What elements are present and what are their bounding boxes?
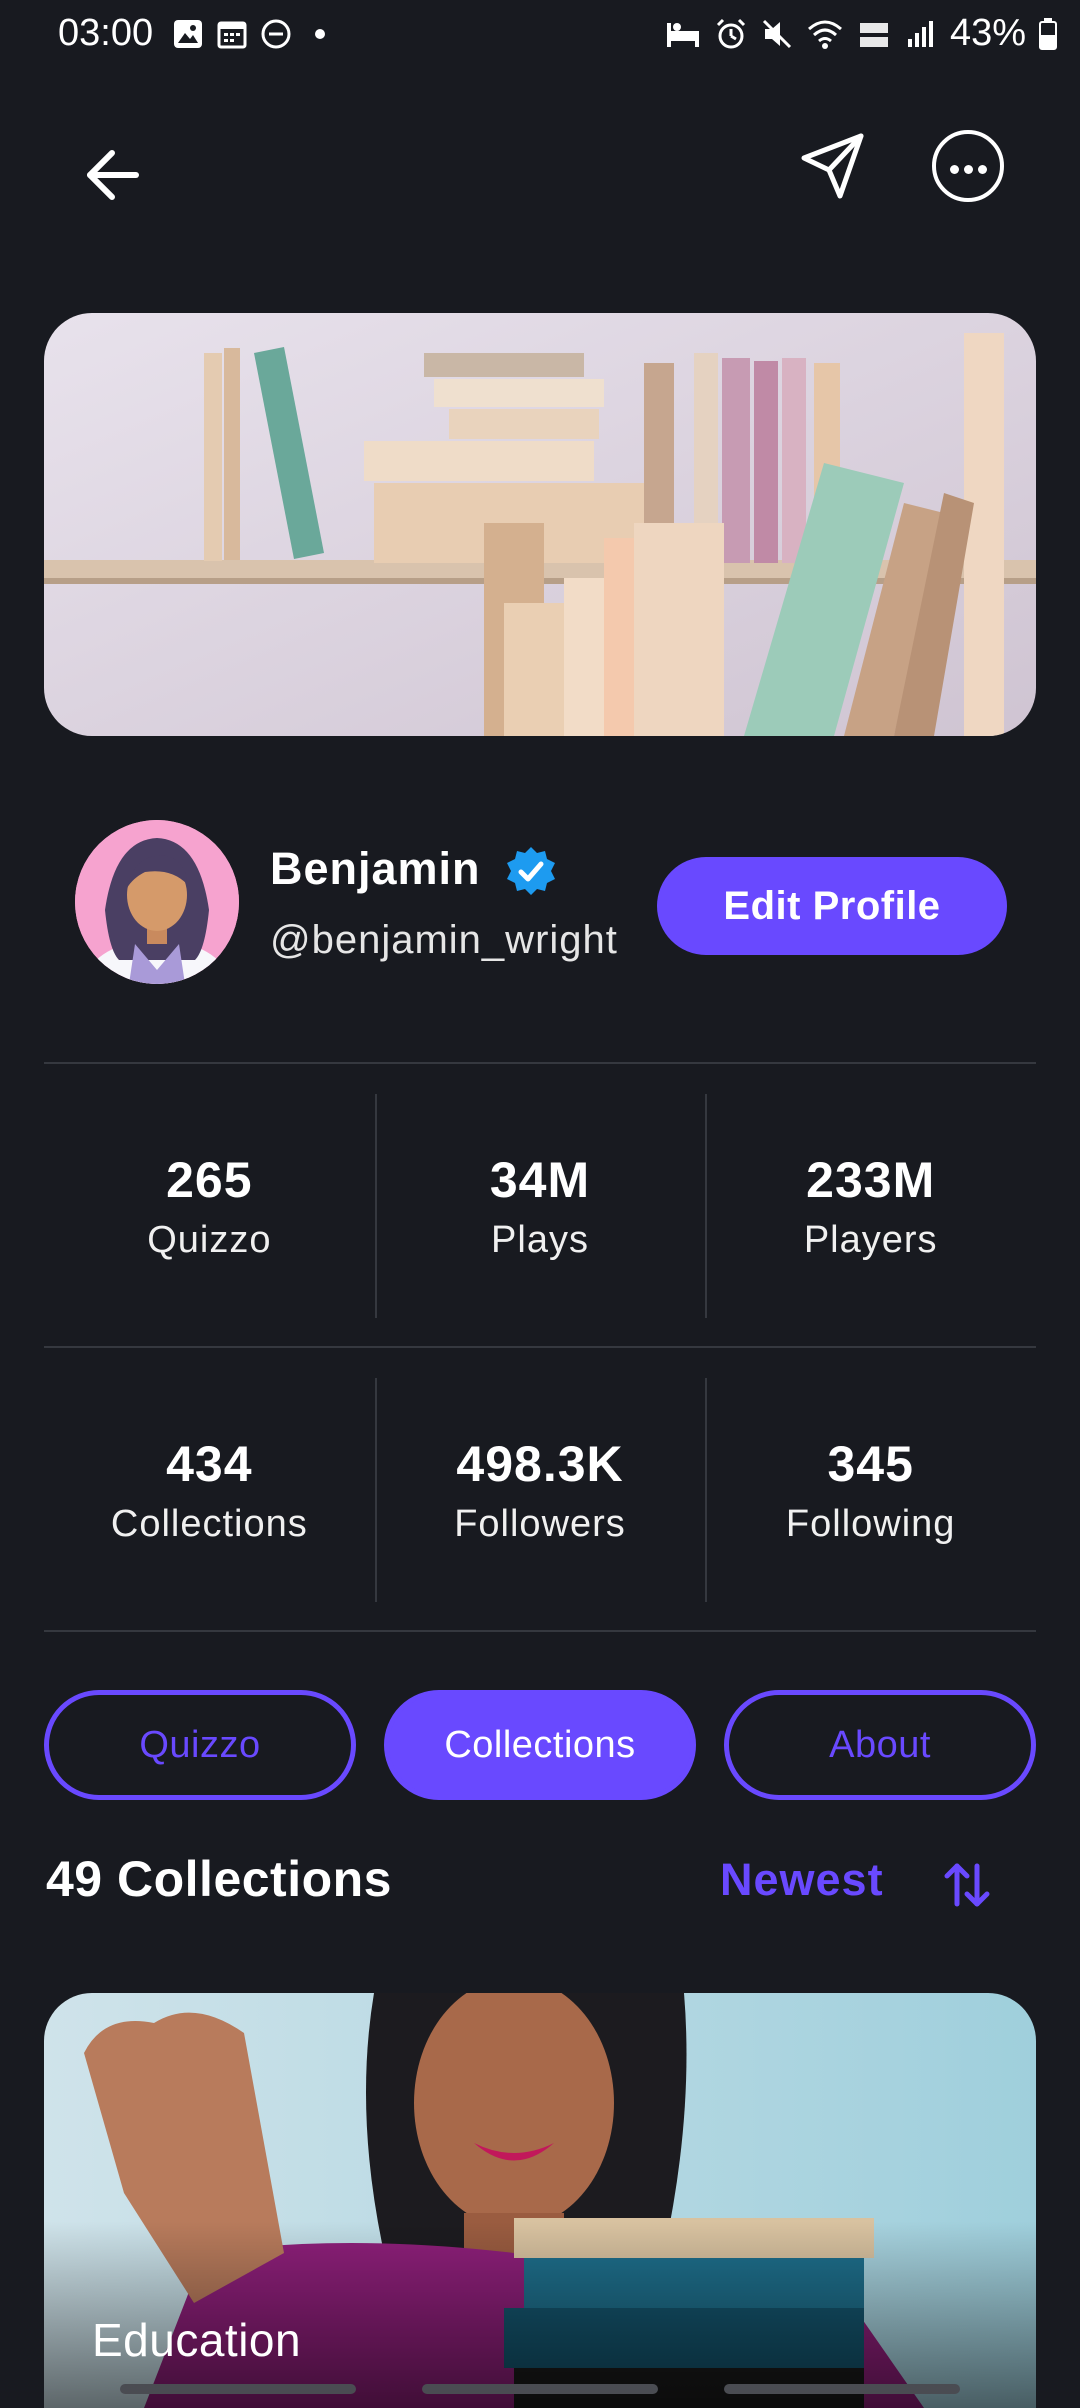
sort-dropdown[interactable]: Newest [720, 1854, 884, 1906]
dot-icon [315, 29, 325, 39]
status-bar: 03:00 43% [0, 0, 1080, 70]
status-time: 03:00 [58, 12, 154, 54]
battery-icon [1039, 17, 1057, 50]
stat-label: Players [803, 1218, 938, 1261]
alarm-icon [716, 18, 745, 48]
divider [44, 1062, 1036, 1064]
stat-label: Following [785, 1502, 956, 1545]
collections-count-title: 49 Collections [46, 1851, 392, 1907]
send-icon [801, 133, 864, 199]
profile-name: Benjamin [270, 843, 481, 894]
profile-header: Benjamin @benjamin_wright Edit Profile [0, 815, 1080, 995]
calendar-icon [217, 21, 247, 49]
do-not-disturb-icon [261, 19, 291, 49]
nav-pill-left[interactable] [120, 2384, 356, 2394]
stat-value: 265 [166, 1151, 253, 1208]
nav-pill-right[interactable] [724, 2384, 960, 2394]
volte-icon [859, 22, 888, 47]
image-notification-icon [174, 20, 202, 48]
stat-value: 34M [489, 1151, 591, 1208]
bed-icon [666, 22, 699, 47]
stat-value: 233M [806, 1151, 936, 1208]
back-arrow-icon [87, 150, 139, 200]
tab-quizzo[interactable]: Quizzo [44, 1690, 356, 1800]
stat-label: Collections [110, 1502, 308, 1545]
nav-pill-center[interactable] [422, 2384, 658, 2394]
divider [44, 1630, 1036, 1632]
status-system-icons: 43% [664, 12, 1058, 55]
stats-row-2: 434 Collections 498.3K Followers 345 Fol… [44, 1378, 1036, 1602]
stat-players[interactable]: 233M Players [705, 1094, 1036, 1318]
more-options-button[interactable] [932, 130, 1004, 202]
battery-percent: 43% [949, 12, 1026, 54]
collection-card[interactable]: Education [44, 1993, 1036, 2408]
back-button[interactable] [80, 140, 150, 210]
stat-following[interactable]: 345 Following [705, 1378, 1036, 1602]
stat-label: Followers [454, 1502, 626, 1545]
stat-value: 498.3K [456, 1435, 624, 1492]
stat-plays[interactable]: 34M Plays [374, 1094, 706, 1318]
profile-tabs: Quizzo Collections About [44, 1690, 1036, 1800]
stat-followers[interactable]: 498.3K Followers [374, 1378, 706, 1602]
stat-value: 345 [827, 1435, 914, 1492]
mute-icon [762, 19, 791, 48]
stat-value: 434 [166, 1435, 253, 1492]
collection-card-label: Education [92, 2314, 302, 2366]
tab-about[interactable]: About [724, 1690, 1036, 1800]
signal-icon [907, 20, 933, 47]
divider [44, 1346, 1036, 1348]
profile-banner-image [44, 313, 1036, 736]
edit-profile-button[interactable]: Edit Profile [657, 857, 1007, 955]
verified-badge-icon [507, 847, 555, 895]
avatar[interactable] [75, 820, 239, 984]
system-nav-bar [0, 2378, 1080, 2408]
stat-label: Plays [491, 1218, 589, 1261]
stat-label: Quizzo [147, 1218, 272, 1261]
top-bar [0, 120, 1080, 220]
stats-row-1: 265 Quizzo 34M Plays 233M Players [44, 1094, 1036, 1318]
wifi-icon [807, 20, 842, 49]
tab-collections[interactable]: Collections [384, 1690, 696, 1800]
collections-header: 49 Collections Newest [0, 1840, 1080, 1920]
stat-quizzo[interactable]: 265 Quizzo [44, 1094, 375, 1318]
share-button[interactable] [798, 130, 870, 202]
status-notification-icons [172, 18, 336, 50]
stat-collections[interactable]: 434 Collections [44, 1378, 375, 1602]
sort-icon[interactable] [940, 1858, 994, 1912]
profile-handle: @benjamin_wright [270, 918, 618, 962]
